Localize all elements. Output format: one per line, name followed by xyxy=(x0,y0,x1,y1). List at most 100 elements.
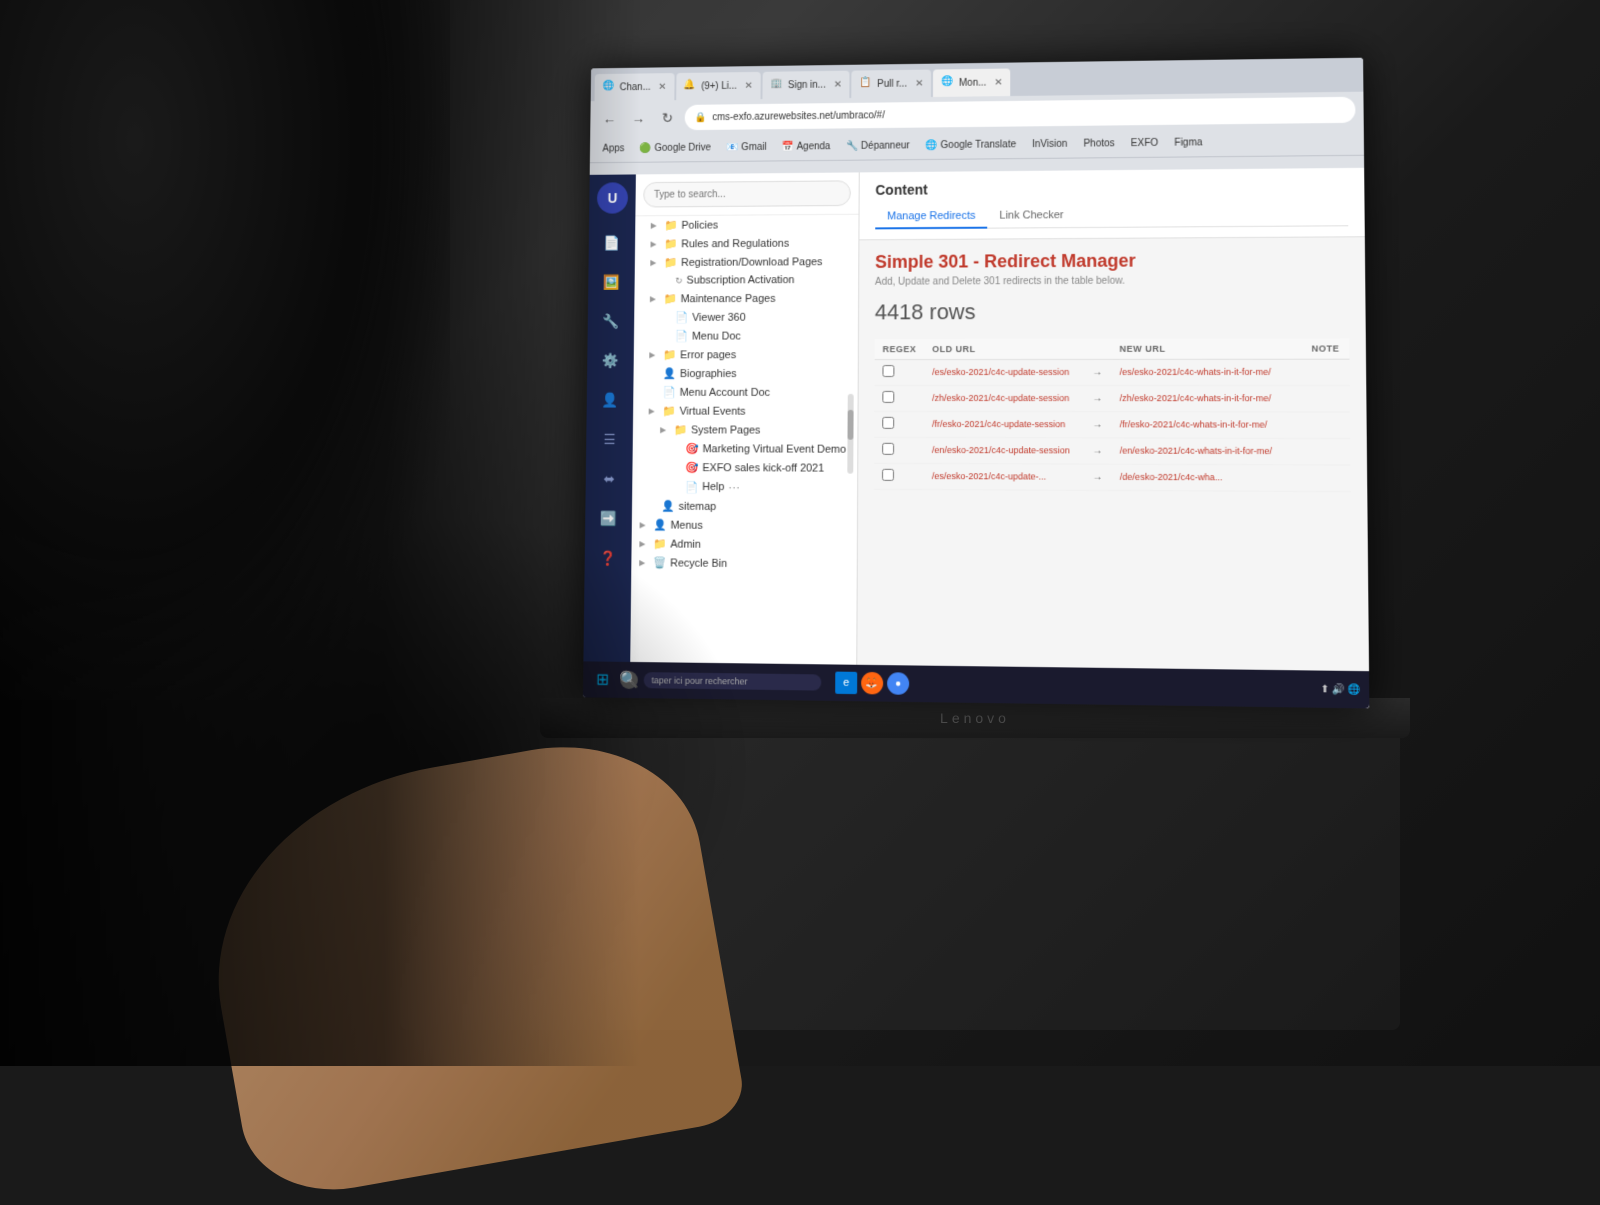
newurl-link-4[interactable]: /en/esko-2021/c4c-whats-in-it-for-me/ xyxy=(1120,446,1272,457)
tree-item-policies[interactable]: ▶ 📁 Policies xyxy=(635,215,858,235)
taskbar-chrome-icon[interactable]: ● xyxy=(887,672,909,695)
content-header: Content Manage Redirects Link Checker xyxy=(859,168,1364,241)
tab-pull[interactable]: 📋 Pull r... ✕ xyxy=(852,70,932,98)
tree-label-rules: Rules and Regulations xyxy=(681,237,789,249)
tree-label-policies: Policies xyxy=(681,219,718,231)
refresh-button[interactable]: ↻ xyxy=(656,106,679,130)
cell-newurl-1: /es/esko-2021/c4c-whats-in-it-for-me/ xyxy=(1111,359,1286,385)
file-icon-help: 📄 xyxy=(685,480,699,493)
tree-item-menudoc[interactable]: 📄 Menu Doc xyxy=(634,326,858,345)
cell-actions-3 xyxy=(1287,412,1304,438)
cell-newurl-4: /en/esko-2021/c4c-whats-in-it-for-me/ xyxy=(1112,438,1287,465)
tab-favicon-notif: 🔔 xyxy=(684,80,698,94)
table-row: /es/esko-2021/c4c-update-... → /de/esko-… xyxy=(874,463,1351,491)
bookmark-translate[interactable]: 🌐 Google Translate xyxy=(921,137,1022,153)
tree-item-rules[interactable]: ▶ 📁 Rules and Regulations xyxy=(635,233,858,253)
newurl-link-3[interactable]: /fr/esko-2021/c4c-whats-in-it-for-me/ xyxy=(1120,419,1267,429)
tree-label-menuaccount: Menu Account Doc xyxy=(680,386,770,398)
tree-item-exfosales[interactable]: 🎯 EXFO sales kick-off 2021 xyxy=(632,458,857,478)
bookmark-depanneur[interactable]: 🔧 Dépanneur xyxy=(841,138,915,153)
tree-item-menuaccount[interactable]: 📄 Menu Account Doc xyxy=(633,383,857,402)
cell-newurl-5: /de/esko-2021/c4c-wha... xyxy=(1112,464,1288,491)
tree-label-menudoc: Menu Doc xyxy=(692,330,741,342)
newurl-link-5[interactable]: /de/esko-2021/c4c-wha... xyxy=(1120,472,1223,483)
tab-active[interactable]: 🌐 Mon... ✕ xyxy=(933,68,1010,97)
content-tabs: Manage Redirects Link Checker xyxy=(875,202,1348,229)
taskbar-firefox-icon[interactable]: 🦊 xyxy=(861,672,883,695)
oldurl-link-4[interactable]: /en/esko-2021/c4c-update-session xyxy=(932,445,1070,455)
address-bar[interactable]: 🔒 cms-exfo.azurewebsites.net/umbraco/#/ xyxy=(685,97,1356,130)
content-section-title: Content xyxy=(875,178,1348,198)
cell-regex-4 xyxy=(874,437,924,463)
redirect-manager-subtitle: Add, Update and Delete 301 redirects in … xyxy=(875,275,1349,288)
bookmark-exfo[interactable]: EXFO xyxy=(1126,136,1164,151)
oldurl-link-2[interactable]: /zh/esko-2021/c4c-update-session xyxy=(932,393,1069,403)
tab-close-chan[interactable]: ✕ xyxy=(658,81,666,92)
folder-icon-virtual: 📁 xyxy=(662,405,675,418)
bookmark-invision[interactable]: InVision xyxy=(1027,137,1072,152)
oldurl-link-1[interactable]: /es/esko-2021/c4c-update-session xyxy=(932,367,1069,377)
tree-item-maintenance[interactable]: ▶ 📁 Maintenance Pages xyxy=(634,289,858,309)
newurl-link-2[interactable]: /zh/esko-2021/c4c-whats-in-it-for-me/ xyxy=(1120,393,1271,403)
oldurl-link-5[interactable]: /es/esko-2021/c4c-update-... xyxy=(932,471,1046,482)
cell-note-1 xyxy=(1303,359,1349,385)
tree-label-sitemap: sitemap xyxy=(678,500,716,512)
tree-item-viewer360[interactable]: 📄 Viewer 360 xyxy=(634,308,858,327)
event-icon-marketing: 🎯 xyxy=(685,442,699,455)
redirect-table: REGEX OLD URL NEW URL NOTE xyxy=(874,338,1351,492)
newurl-link-1[interactable]: /es/esko-2021/c4c-whats-in-it-for-me/ xyxy=(1120,367,1271,377)
tab-close-notif[interactable]: ✕ xyxy=(745,80,753,91)
checkbox-row-4[interactable] xyxy=(882,443,894,455)
checkbox-row-1[interactable] xyxy=(882,365,894,377)
oldurl-link-3[interactable]: /fr/esko-2021/c4c-update-session xyxy=(932,419,1065,429)
tree-label-marketing: Marketing Virtual Event Demo xyxy=(703,443,847,455)
tree-label-subscription: Subscription Activation xyxy=(686,274,794,286)
person-icon-bio: 👤 xyxy=(663,367,676,380)
file-icon-menuaccount: 📄 xyxy=(662,386,675,399)
table-row: /es/esko-2021/c4c-update-session → /es/e… xyxy=(875,359,1350,385)
tab-close-pull[interactable]: ✕ xyxy=(915,78,923,89)
cell-regex-2 xyxy=(874,385,924,411)
cell-oldurl-1: /es/esko-2021/c4c-update-session xyxy=(924,359,1084,385)
tab-close-signin[interactable]: ✕ xyxy=(834,79,842,90)
tree-item-sitemap[interactable]: 👤 sitemap xyxy=(632,497,857,517)
tree-item-subscription[interactable]: ↻ Subscription Activation xyxy=(635,271,859,290)
bookmark-figma[interactable]: Figma xyxy=(1169,135,1207,150)
tree-item-marketing[interactable]: 🎯 Marketing Virtual Event Demo xyxy=(633,439,858,459)
tree-item-biographies[interactable]: 👤 Biographies xyxy=(633,364,857,383)
tree-item-registration[interactable]: ▶ 📁 Registration/Download Pages xyxy=(635,252,859,272)
tab-favicon-pull: 📋 xyxy=(859,77,873,91)
bookmark-gdrive[interactable]: 🟢 Google Drive xyxy=(635,141,716,156)
tree-search-input[interactable] xyxy=(643,180,851,207)
checkbox-row-3[interactable] xyxy=(882,417,894,429)
checkbox-row-2[interactable] xyxy=(882,391,894,403)
tab-link-checker[interactable]: Link Checker xyxy=(987,204,1075,228)
bookmark-depanneur-label: 🔧 Dépanneur xyxy=(846,140,910,151)
bookmark-figma-label: Figma xyxy=(1174,137,1202,148)
tree-item-systempages[interactable]: ▶ 📁 System Pages xyxy=(633,420,858,439)
tree-item-help[interactable]: 📄 Help ··· xyxy=(632,477,857,498)
tree-item-error[interactable]: ▶ 📁 Error pages xyxy=(634,345,858,364)
folder-icon-rules: 📁 xyxy=(664,238,677,251)
tree-label-systempages: System Pages xyxy=(691,424,761,436)
tab-notif[interactable]: 🔔 (9+) Li... ✕ xyxy=(676,72,761,100)
scroll-indicator[interactable] xyxy=(847,393,853,473)
tree-arrow-registration: ▶ xyxy=(650,258,660,267)
tab-favicon-active: 🌐 xyxy=(941,76,955,90)
cell-actions-5 xyxy=(1287,465,1304,492)
cell-newurl-2: /zh/esko-2021/c4c-whats-in-it-for-me/ xyxy=(1112,386,1287,412)
taskbar-ie-icon[interactable]: e xyxy=(835,672,857,695)
tab-manage-redirects[interactable]: Manage Redirects xyxy=(875,205,987,230)
tab-close-active[interactable]: ✕ xyxy=(994,77,1002,88)
bookmark-gmail[interactable]: 📧 Gmail xyxy=(722,140,772,155)
tree-label-biographies: Biographies xyxy=(680,368,737,380)
cell-regex-5 xyxy=(874,463,924,489)
bookmark-photos[interactable]: Photos xyxy=(1078,136,1119,151)
file-icon-viewer: 📄 xyxy=(675,311,688,324)
checkbox-row-5[interactable] xyxy=(882,469,894,481)
bookmark-agenda[interactable]: 📅 Agenda xyxy=(777,139,835,154)
tree-item-virtual[interactable]: ▶ 📁 Virtual Events xyxy=(633,402,858,421)
table-row: /en/esko-2021/c4c-update-session → /en/e… xyxy=(874,437,1350,465)
tab-signin[interactable]: 🏢 Sign in... ✕ xyxy=(762,71,849,99)
context-menu-dots[interactable]: ··· xyxy=(728,480,740,494)
